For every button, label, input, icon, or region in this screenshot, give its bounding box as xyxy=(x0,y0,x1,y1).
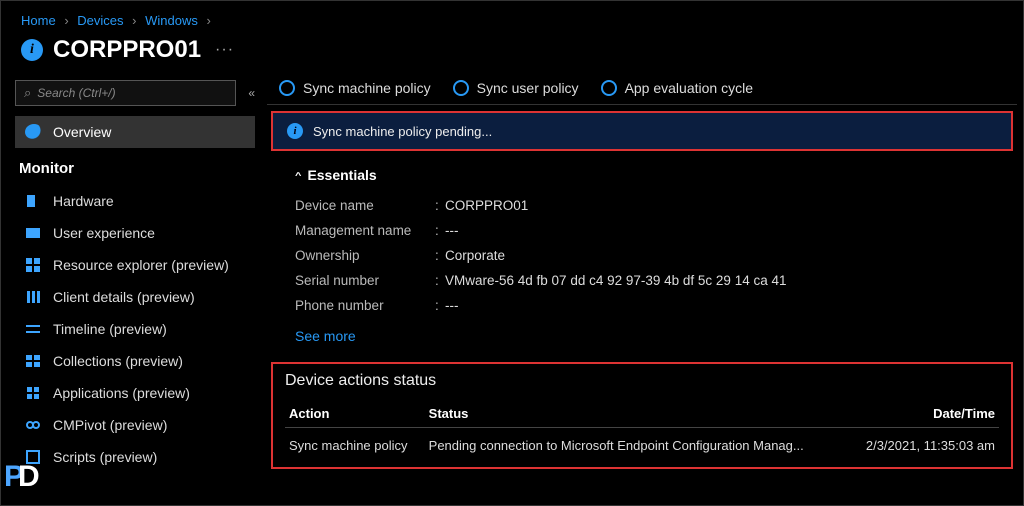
see-more-link[interactable]: See more xyxy=(295,328,356,344)
cell-datetime: 2/3/2021, 11:35:03 am xyxy=(848,428,999,456)
cell-action: Sync machine policy xyxy=(285,428,425,456)
essentials-row: Serial number: VMware-56 4d fb 07 dd c4 … xyxy=(295,268,997,293)
chevron-right-icon: › xyxy=(64,13,68,28)
sync-icon xyxy=(453,80,469,96)
search-input[interactable] xyxy=(37,86,227,100)
sidebar-item-label: Client details (preview) xyxy=(53,289,195,305)
sync-user-policy-button[interactable]: Sync user policy xyxy=(453,80,579,96)
table-row: Sync machine policy Pending connection t… xyxy=(285,428,999,456)
essentials-value: VMware-56 4d fb 07 dd c4 92 97-39 4b df … xyxy=(445,273,786,288)
chevron-up-icon: ˄ xyxy=(295,171,301,179)
sidebar-item-scripts[interactable]: Scripts (preview) xyxy=(15,441,255,473)
page-title-row: i CORPPRO01 ··· xyxy=(1,32,1023,74)
chevron-right-icon: › xyxy=(207,13,211,28)
resource-explorer-icon xyxy=(25,257,43,273)
sidebar-item-overview[interactable]: Overview xyxy=(15,116,255,148)
sidebar: ⌕ « Overview Monitor Hardware User exper… xyxy=(1,74,261,500)
device-actions-status: Device actions status Action Status Date… xyxy=(271,362,1013,469)
more-icon[interactable]: ··· xyxy=(215,41,234,59)
sync-icon xyxy=(601,80,617,96)
essentials-label: Serial number xyxy=(295,273,435,288)
page-title: CORPPRO01 xyxy=(53,36,201,64)
actions-table: Action Status Date/Time Sync machine pol… xyxy=(285,400,999,455)
tool-label: Sync machine policy xyxy=(303,80,431,96)
user-experience-icon xyxy=(25,225,43,241)
breadcrumb-home[interactable]: Home xyxy=(21,13,56,28)
watermark-logo: PD xyxy=(4,460,46,502)
info-icon: i xyxy=(21,39,43,61)
hardware-icon xyxy=(25,193,43,209)
essentials-row: Management name: --- xyxy=(295,218,997,243)
sidebar-item-label: Scripts (preview) xyxy=(53,449,157,465)
breadcrumb-windows[interactable]: Windows xyxy=(145,13,198,28)
sync-machine-policy-button[interactable]: Sync machine policy xyxy=(279,80,431,96)
notice-bar: i Sync machine policy pending... xyxy=(271,111,1013,151)
essentials-label: Management name xyxy=(295,223,435,238)
essentials-toggle[interactable]: ˄ Essentials xyxy=(295,167,997,183)
cmpivot-icon xyxy=(25,417,43,433)
search-box[interactable]: ⌕ xyxy=(15,80,236,106)
essentials-title: Essentials xyxy=(307,167,376,183)
breadcrumb-devices[interactable]: Devices xyxy=(77,13,123,28)
essentials-value: CORPPRO01 xyxy=(445,198,528,213)
essentials-label: Ownership xyxy=(295,248,435,263)
timeline-icon xyxy=(25,321,43,337)
breadcrumb: Home › Devices › Windows › xyxy=(1,1,1023,32)
sidebar-item-hardware[interactable]: Hardware xyxy=(15,185,255,217)
applications-icon xyxy=(25,385,43,401)
tool-label: Sync user policy xyxy=(477,80,579,96)
client-details-icon xyxy=(25,289,43,305)
device-actions-title: Device actions status xyxy=(285,372,999,390)
sidebar-item-resource-explorer[interactable]: Resource explorer (preview) xyxy=(15,249,255,281)
sidebar-item-label: CMPivot (preview) xyxy=(53,417,167,433)
toolbar: Sync machine policy Sync user policy App… xyxy=(267,74,1017,105)
essentials-label: Device name xyxy=(295,198,435,213)
essentials-row: Ownership: Corporate xyxy=(295,243,997,268)
essentials-label: Phone number xyxy=(295,298,435,313)
sidebar-section-monitor: Monitor xyxy=(15,148,255,185)
sidebar-item-label: User experience xyxy=(53,225,155,241)
sidebar-item-label: Overview xyxy=(53,124,111,140)
essentials-row: Device name: CORPPRO01 xyxy=(295,193,997,218)
sidebar-item-label: Collections (preview) xyxy=(53,353,183,369)
col-datetime[interactable]: Date/Time xyxy=(848,400,999,428)
collapse-sidebar-icon[interactable]: « xyxy=(248,86,255,100)
sidebar-item-label: Hardware xyxy=(53,193,114,209)
essentials-value: --- xyxy=(445,298,459,313)
sidebar-item-applications[interactable]: Applications (preview) xyxy=(15,377,255,409)
collections-icon xyxy=(25,353,43,369)
sidebar-item-timeline[interactable]: Timeline (preview) xyxy=(15,313,255,345)
cell-status: Pending connection to Microsoft Endpoint… xyxy=(425,428,848,456)
tool-label: App evaluation cycle xyxy=(625,80,753,96)
main-content: Sync machine policy Sync user policy App… xyxy=(261,74,1023,500)
essentials-value: Corporate xyxy=(445,248,505,263)
search-icon: ⌕ xyxy=(24,85,31,101)
sidebar-item-collections[interactable]: Collections (preview) xyxy=(15,345,255,377)
notice-text: Sync machine policy pending... xyxy=(313,124,492,139)
col-status[interactable]: Status xyxy=(425,400,848,428)
overview-icon xyxy=(25,124,43,140)
chevron-right-icon: › xyxy=(132,13,136,28)
sidebar-item-client-details[interactable]: Client details (preview) xyxy=(15,281,255,313)
sidebar-item-label: Timeline (preview) xyxy=(53,321,167,337)
sidebar-item-label: Resource explorer (preview) xyxy=(53,257,229,273)
sync-icon xyxy=(279,80,295,96)
info-icon: i xyxy=(287,123,303,139)
essentials-row: Phone number: --- xyxy=(295,293,997,318)
sidebar-item-user-experience[interactable]: User experience xyxy=(15,217,255,249)
col-action[interactable]: Action xyxy=(285,400,425,428)
essentials-value: --- xyxy=(445,223,459,238)
sidebar-item-cmpivot[interactable]: CMPivot (preview) xyxy=(15,409,255,441)
app-evaluation-cycle-button[interactable]: App evaluation cycle xyxy=(601,80,753,96)
essentials-section: ˄ Essentials Device name: CORPPRO01 Mana… xyxy=(267,151,1017,344)
sidebar-item-label: Applications (preview) xyxy=(53,385,190,401)
